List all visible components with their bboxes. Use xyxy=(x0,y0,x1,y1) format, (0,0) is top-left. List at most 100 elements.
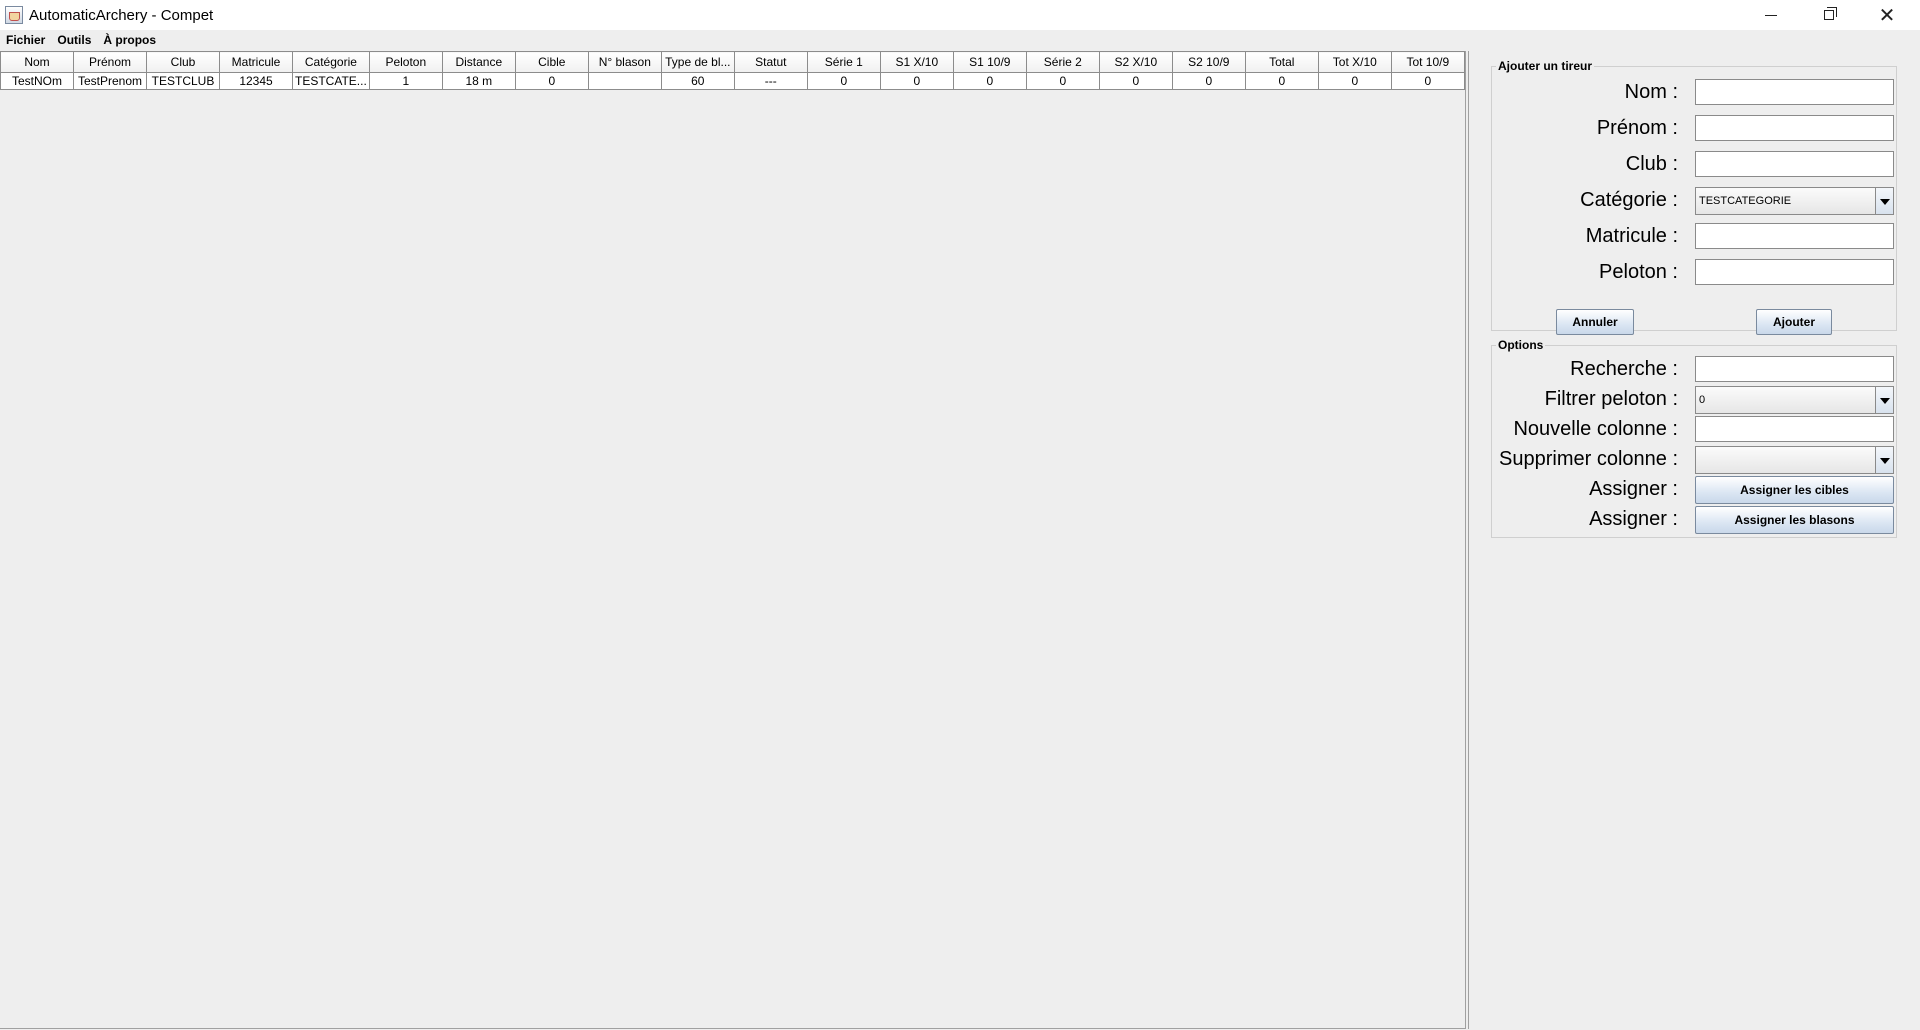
filter-peloton-value: 0 xyxy=(1699,394,1706,406)
categorie-row: Catégorie : TESTCATEGORIE xyxy=(1492,185,1896,215)
table-cell[interactable]: 0 xyxy=(1390,72,1465,90)
column-header[interactable]: S2 X/10 xyxy=(1098,51,1173,73)
archers-table[interactable]: Nom Prénom Club Matricule Catégorie Peloton Di… xyxy=(0,51,1465,90)
nom-label: Nom : xyxy=(1624,81,1678,103)
peloton-row: Peloton : xyxy=(1492,257,1896,287)
restore-icon xyxy=(1824,7,1837,20)
table-cell[interactable]: TESTCATE... xyxy=(292,72,370,90)
menu-fichier[interactable]: Fichier xyxy=(0,33,51,47)
matricule-row: Matricule : xyxy=(1492,221,1896,251)
supprimer-label: Supprimer colonne : xyxy=(1499,448,1678,470)
table-cell[interactable]: 0 xyxy=(806,72,881,90)
close-icon: ✕ xyxy=(1878,3,1896,27)
column-header[interactable]: S1 10/9 xyxy=(952,51,1027,73)
column-header[interactable]: Club xyxy=(146,51,220,73)
window-title: AutomaticArchery - Compet xyxy=(29,6,214,24)
column-header[interactable]: Type de bl... xyxy=(660,51,735,73)
assign-targets-button[interactable]: Assigner les cibles xyxy=(1695,476,1894,504)
prenom-row: Prénom : xyxy=(1492,113,1896,143)
menu-a-propos[interactable]: À propos xyxy=(97,33,162,47)
side-panel: Ajouter un tireur Nom : Prénom : Club : … xyxy=(1468,51,1920,1029)
column-header[interactable]: Matricule xyxy=(219,51,293,73)
column-header[interactable]: Distance xyxy=(441,51,516,73)
column-header[interactable]: Statut xyxy=(733,51,808,73)
table-cell[interactable] xyxy=(587,72,662,90)
add-shooter-button[interactable]: Ajouter xyxy=(1756,309,1832,335)
assign-faces-button[interactable]: Assigner les blasons xyxy=(1695,506,1894,534)
column-header[interactable]: Tot X/10 xyxy=(1317,51,1392,73)
table-cell[interactable]: 18 m xyxy=(441,72,516,90)
filter-peloton-select[interactable]: 0 xyxy=(1695,386,1894,414)
table-cell[interactable]: 0 xyxy=(1244,72,1319,90)
close-button[interactable]: ✕ xyxy=(1858,0,1916,30)
table-cell[interactable]: 1 xyxy=(368,72,443,90)
recherche-row: Recherche : xyxy=(1492,354,1896,384)
chevron-down-icon[interactable] xyxy=(1875,447,1893,473)
menu-bar: Fichier Outils À propos xyxy=(0,30,1920,50)
assign-targets-row: Assigner : Assigner les cibles xyxy=(1492,474,1896,504)
table-cell[interactable]: --- xyxy=(733,72,808,90)
column-header[interactable]: Tot 10/9 xyxy=(1390,51,1465,73)
matricule-input[interactable] xyxy=(1695,223,1894,249)
assigner-label: Assigner : xyxy=(1589,478,1678,500)
column-header[interactable]: Prénom xyxy=(73,51,147,73)
minimize-icon xyxy=(1765,14,1777,16)
table-cell[interactable]: 0 xyxy=(952,72,1027,90)
column-header[interactable]: Peloton xyxy=(368,51,443,73)
prenom-input[interactable] xyxy=(1695,115,1894,141)
options-group: Options Recherche : Filtrer peloton : 0 … xyxy=(1491,338,1897,538)
table-cell[interactable]: TESTCLUB xyxy=(146,72,220,90)
assigner-label: Assigner : xyxy=(1589,508,1678,530)
table-row[interactable]: TestNOm TestPrenom TESTCLUB 12345 TESTCATE..… xyxy=(0,72,1465,90)
peloton-input[interactable] xyxy=(1695,259,1894,285)
add-shooter-group: Ajouter un tireur Nom : Prénom : Club : … xyxy=(1491,59,1897,335)
supprimer-row: Supprimer colonne : xyxy=(1492,444,1896,474)
peloton-label: Peloton : xyxy=(1599,261,1678,283)
cancel-button[interactable]: Annuler xyxy=(1556,309,1634,335)
categorie-select[interactable]: TESTCATEGORIE xyxy=(1695,187,1894,215)
table-cell[interactable]: 0 xyxy=(1098,72,1173,90)
categorie-selected-value: TESTCATEGORIE xyxy=(1699,195,1792,207)
title-bar: AutomaticArchery - Compet ✕ xyxy=(0,0,1920,30)
club-input[interactable] xyxy=(1695,151,1894,177)
table-cell[interactable]: 0 xyxy=(1025,72,1100,90)
nom-input[interactable] xyxy=(1695,79,1894,105)
column-header[interactable]: Total xyxy=(1244,51,1319,73)
column-header[interactable]: Nom xyxy=(0,51,74,73)
table-cell[interactable]: TestPrenom xyxy=(73,72,147,90)
column-header[interactable]: Série 1 xyxy=(806,51,881,73)
archers-table-area[interactable]: Nom Prénom Club Matricule Catégorie Peloton Di… xyxy=(0,51,1466,1029)
column-header[interactable]: S2 10/9 xyxy=(1171,51,1246,73)
table-cell[interactable]: TestNOm xyxy=(0,72,74,90)
table-cell[interactable]: 0 xyxy=(1171,72,1246,90)
column-header[interactable]: S1 X/10 xyxy=(879,51,954,73)
restore-button[interactable] xyxy=(1800,0,1858,30)
table-cell[interactable]: 0 xyxy=(1317,72,1392,90)
search-input[interactable] xyxy=(1695,356,1894,382)
recherche-label: Recherche : xyxy=(1570,358,1678,380)
column-header[interactable]: Cible xyxy=(514,51,589,73)
nom-row: Nom : xyxy=(1492,77,1896,107)
options-legend: Options xyxy=(1498,338,1544,352)
table-cell[interactable]: 60 xyxy=(660,72,735,90)
nouvelle-row: Nouvelle colonne : xyxy=(1492,414,1896,444)
column-header[interactable]: N° blason xyxy=(587,51,662,73)
club-row: Club : xyxy=(1492,149,1896,179)
table-cell[interactable]: 0 xyxy=(514,72,589,90)
matricule-label: Matricule : xyxy=(1585,225,1678,247)
delete-column-select[interactable] xyxy=(1695,446,1894,474)
filtrer-row: Filtrer peloton : 0 xyxy=(1492,384,1896,414)
nouvelle-label: Nouvelle colonne : xyxy=(1513,418,1678,440)
column-header[interactable]: Série 2 xyxy=(1025,51,1100,73)
minimize-button[interactable] xyxy=(1742,0,1800,30)
chevron-down-icon[interactable] xyxy=(1875,387,1893,413)
add-shooter-legend: Ajouter un tireur xyxy=(1498,59,1593,73)
new-column-input[interactable] xyxy=(1695,416,1894,442)
table-cell[interactable]: 12345 xyxy=(219,72,293,90)
column-header[interactable]: Catégorie xyxy=(292,51,370,73)
java-app-icon xyxy=(5,6,23,24)
chevron-down-icon[interactable] xyxy=(1875,188,1893,214)
table-cell[interactable]: 0 xyxy=(879,72,954,90)
assign-faces-row: Assigner : Assigner les blasons xyxy=(1492,504,1896,534)
menu-outils[interactable]: Outils xyxy=(51,33,97,47)
